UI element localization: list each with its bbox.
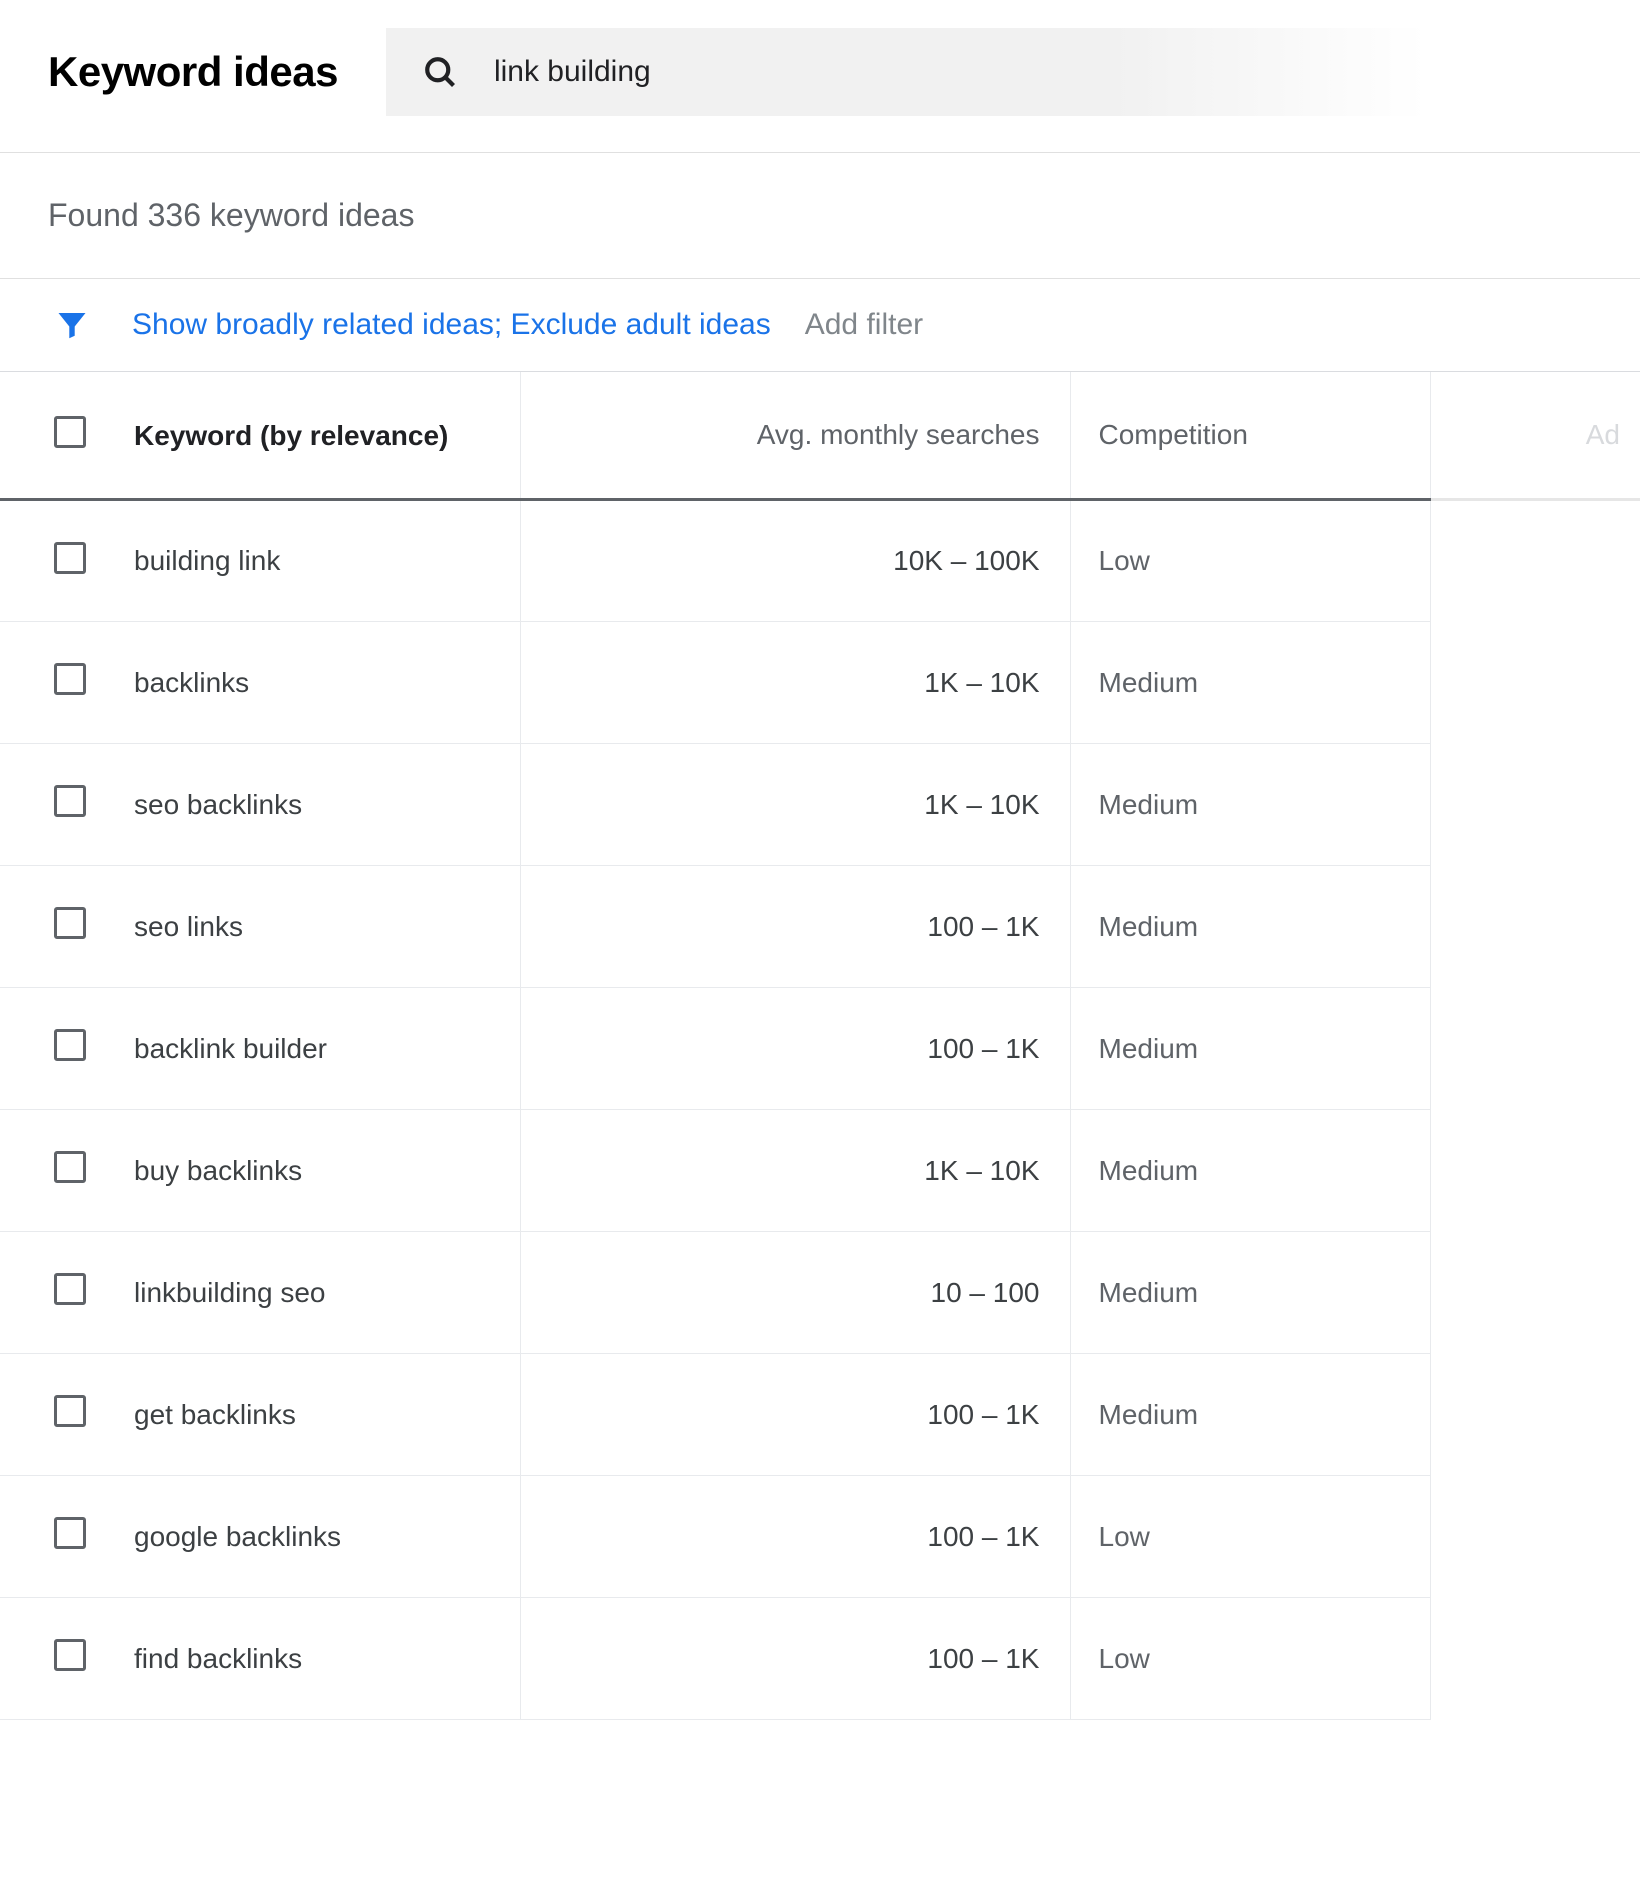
competition-cell: Low (1070, 1476, 1430, 1598)
ad-cell (1430, 988, 1640, 1110)
row-checkbox[interactable] (54, 907, 86, 939)
row-checkbox-cell (0, 622, 110, 744)
row-checkbox[interactable] (54, 1517, 86, 1549)
searches-cell: 100 – 1K (520, 1354, 1070, 1476)
keyword-table: Keyword (by relevance) Avg. monthly sear… (0, 371, 1640, 1720)
table-row: get backlinks100 – 1KMedium (0, 1354, 1640, 1476)
col-keyword-header[interactable]: Keyword (by relevance) (110, 372, 520, 500)
keyword-cell[interactable]: backlink builder (110, 988, 520, 1110)
search-icon (422, 54, 458, 90)
ad-cell (1430, 622, 1640, 744)
row-checkbox-cell (0, 1598, 110, 1720)
row-checkbox[interactable] (54, 1029, 86, 1061)
searches-cell: 10K – 100K (520, 500, 1070, 622)
competition-cell: Medium (1070, 744, 1430, 866)
row-checkbox-cell (0, 866, 110, 988)
keyword-cell[interactable]: backlinks (110, 622, 520, 744)
searches-cell: 100 – 1K (520, 1476, 1070, 1598)
ad-cell (1430, 744, 1640, 866)
active-filters-link[interactable]: Show broadly related ideas; Exclude adul… (132, 308, 771, 342)
table-row: find backlinks100 – 1KLow (0, 1598, 1640, 1720)
filter-bar: Show broadly related ideas; Exclude adul… (0, 279, 1640, 371)
table-row: building link10K – 100KLow (0, 500, 1640, 622)
search-box[interactable] (386, 28, 1426, 116)
competition-cell: Medium (1070, 622, 1430, 744)
row-checkbox[interactable] (54, 1639, 86, 1671)
searches-cell: 100 – 1K (520, 988, 1070, 1110)
row-checkbox[interactable] (54, 542, 86, 574)
searches-cell: 1K – 10K (520, 744, 1070, 866)
ad-cell (1430, 1354, 1640, 1476)
table-row: linkbuilding seo10 – 100Medium (0, 1232, 1640, 1354)
keyword-cell[interactable]: building link (110, 500, 520, 622)
searches-cell: 1K – 10K (520, 622, 1070, 744)
keyword-cell[interactable]: seo backlinks (110, 744, 520, 866)
results-count: Found 336 keyword ideas (0, 153, 1640, 279)
filter-icon[interactable] (54, 307, 90, 343)
competition-cell: Medium (1070, 866, 1430, 988)
ad-cell (1430, 500, 1640, 622)
col-searches-header[interactable]: Avg. monthly searches (520, 372, 1070, 500)
row-checkbox[interactable] (54, 1151, 86, 1183)
col-ad-header[interactable]: Ad (1430, 372, 1640, 500)
table-row: buy backlinks1K – 10KMedium (0, 1110, 1640, 1232)
searches-cell: 100 – 1K (520, 1598, 1070, 1720)
ad-cell (1430, 1598, 1640, 1720)
row-checkbox-cell (0, 1232, 110, 1354)
row-checkbox[interactable] (54, 1273, 86, 1305)
select-all-cell (0, 372, 110, 500)
table-row: seo links100 – 1KMedium (0, 866, 1640, 988)
keyword-cell[interactable]: linkbuilding seo (110, 1232, 520, 1354)
competition-cell: Medium (1070, 988, 1430, 1110)
row-checkbox-cell (0, 1476, 110, 1598)
ad-cell (1430, 1232, 1640, 1354)
header: Keyword ideas (0, 0, 1640, 152)
table-header-row: Keyword (by relevance) Avg. monthly sear… (0, 372, 1640, 500)
row-checkbox-cell (0, 500, 110, 622)
competition-cell: Low (1070, 1598, 1430, 1720)
select-all-checkbox[interactable] (54, 416, 86, 448)
table-row: seo backlinks1K – 10KMedium (0, 744, 1640, 866)
keyword-cell[interactable]: find backlinks (110, 1598, 520, 1720)
keyword-cell[interactable]: buy backlinks (110, 1110, 520, 1232)
row-checkbox[interactable] (54, 663, 86, 695)
ad-cell (1430, 1476, 1640, 1598)
keyword-cell[interactable]: seo links (110, 866, 520, 988)
ad-cell (1430, 1110, 1640, 1232)
keyword-cell[interactable]: google backlinks (110, 1476, 520, 1598)
add-filter-button[interactable]: Add filter (805, 308, 923, 342)
search-input[interactable] (494, 55, 1390, 89)
searches-cell: 100 – 1K (520, 866, 1070, 988)
competition-cell: Medium (1070, 1110, 1430, 1232)
table-row: google backlinks100 – 1KLow (0, 1476, 1640, 1598)
row-checkbox-cell (0, 1110, 110, 1232)
row-checkbox-cell (0, 744, 110, 866)
competition-cell: Medium (1070, 1354, 1430, 1476)
competition-cell: Low (1070, 500, 1430, 622)
page-title: Keyword ideas (48, 48, 338, 96)
ad-cell (1430, 866, 1640, 988)
keyword-cell[interactable]: get backlinks (110, 1354, 520, 1476)
row-checkbox-cell (0, 1354, 110, 1476)
col-competition-header[interactable]: Competition (1070, 372, 1430, 500)
searches-cell: 10 – 100 (520, 1232, 1070, 1354)
searches-cell: 1K – 10K (520, 1110, 1070, 1232)
table-row: backlink builder100 – 1KMedium (0, 988, 1640, 1110)
row-checkbox[interactable] (54, 785, 86, 817)
competition-cell: Medium (1070, 1232, 1430, 1354)
table-row: backlinks1K – 10KMedium (0, 622, 1640, 744)
row-checkbox[interactable] (54, 1395, 86, 1427)
row-checkbox-cell (0, 988, 110, 1110)
